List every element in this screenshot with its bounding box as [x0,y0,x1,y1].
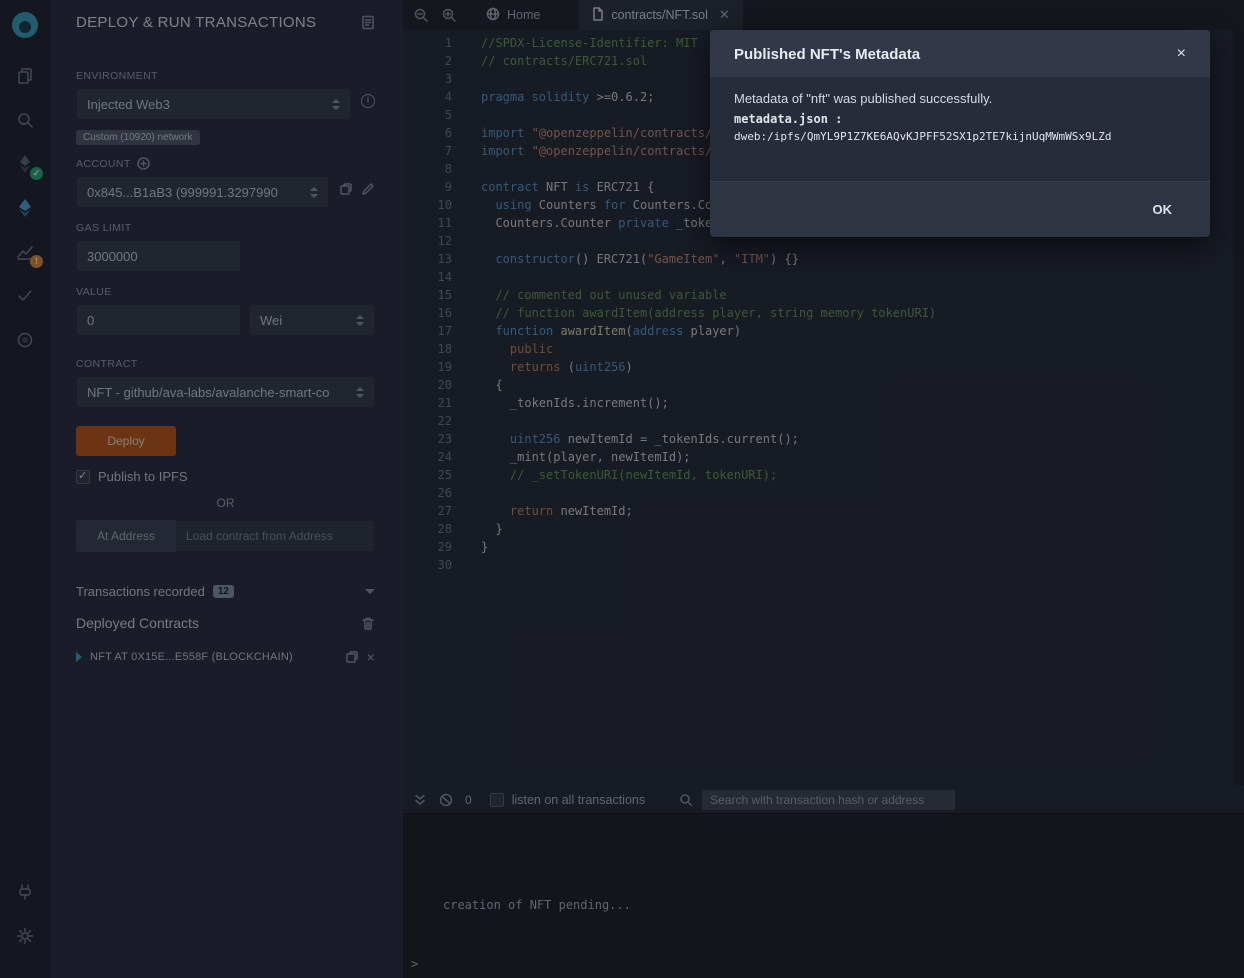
modal-ipfs-uri: dweb:/ipfs/QmYL9P1Z7KE6AQvKJPFF52SX1p2TE… [734,130,1186,143]
ok-button[interactable]: OK [1143,196,1183,223]
modal-body: Metadata of "nft" was published successf… [710,77,1210,181]
modal-title: Published NFT's Metadata [734,46,920,63]
published-metadata-modal: Published NFT's Metadata × Metadata of "… [710,30,1210,237]
modal-header: Published NFT's Metadata × [710,30,1210,77]
modal-file-line: metadata.json : [734,112,1186,126]
modal-close-icon[interactable]: × [1177,46,1186,62]
modal-footer: OK [710,181,1210,237]
modal-message: Metadata of "nft" was published successf… [734,91,1186,106]
remix-ide-screen: ✓ ! DEPLOY & RUN TRANSACTIONS [0,0,1244,978]
